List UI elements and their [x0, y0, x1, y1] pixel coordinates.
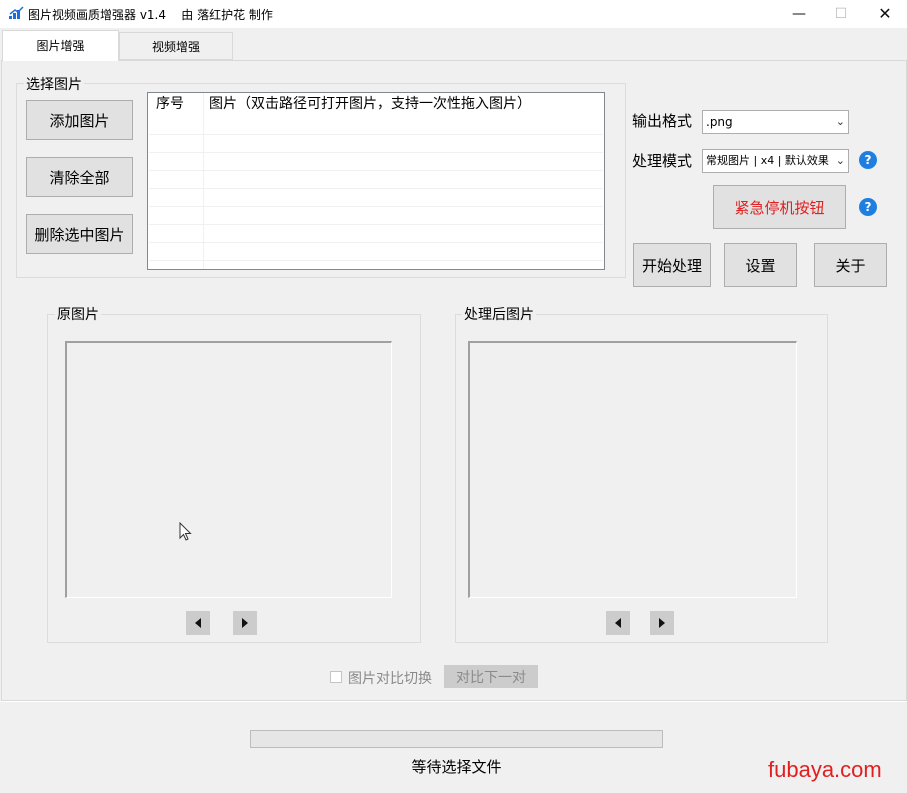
- output-format-value: .png: [706, 115, 733, 129]
- mouse-cursor-icon: [179, 522, 192, 541]
- app-icon: [9, 6, 24, 19]
- list-row: [149, 225, 603, 243]
- stop-help-icon[interactable]: ?: [859, 198, 877, 216]
- processed-image-preview[interactable]: [468, 341, 797, 598]
- original-prev-button[interactable]: [186, 611, 210, 635]
- list-row: [149, 189, 603, 207]
- mode-help-icon[interactable]: ?: [859, 151, 877, 169]
- minimize-button[interactable]: —: [776, 0, 822, 28]
- close-button[interactable]: ✕: [862, 0, 907, 28]
- delete-selected-button[interactable]: 删除选中图片: [26, 214, 133, 254]
- progress-bar: [250, 730, 663, 748]
- processed-prev-button[interactable]: [606, 611, 630, 635]
- original-next-button[interactable]: [233, 611, 257, 635]
- image-list[interactable]: 序号 图片（双击路径可打开图片，支持一次性拖入图片）: [147, 92, 605, 270]
- triangle-left-icon: [615, 618, 621, 628]
- original-image-legend: 原图片: [55, 304, 101, 324]
- maximize-button[interactable]: ☐: [818, 0, 864, 28]
- tab-image-enhance[interactable]: 图片增强: [2, 30, 119, 61]
- list-row: [149, 243, 603, 261]
- list-row: [149, 207, 603, 225]
- list-row: [149, 135, 603, 153]
- process-mode-value: 常规图片 | x4 | 默认效果: [706, 154, 829, 167]
- triangle-right-icon: [242, 618, 248, 628]
- list-row: [149, 171, 603, 189]
- list-row: [149, 153, 603, 171]
- process-mode-select[interactable]: 常规图片 | x4 | 默认效果 ⌄: [702, 149, 849, 173]
- watermark-text: fubaya.com: [768, 757, 882, 782]
- triangle-left-icon: [195, 618, 201, 628]
- list-row: [149, 117, 603, 135]
- chevron-down-icon: ⌄: [835, 154, 845, 167]
- compare-next-pair-button[interactable]: 对比下一对: [444, 665, 538, 688]
- original-image-preview[interactable]: [65, 341, 392, 598]
- status-text: 等待选择文件: [411, 758, 502, 776]
- output-format-label: 输出格式: [632, 112, 693, 130]
- select-images-legend: 选择图片: [24, 74, 84, 94]
- compare-toggle-checkbox[interactable]: [330, 671, 342, 683]
- column-header-image[interactable]: 图片（双击路径可打开图片，支持一次性拖入图片）: [209, 93, 531, 117]
- tab-video-enhance[interactable]: 视频增强: [119, 32, 233, 60]
- column-header-index[interactable]: 序号: [156, 93, 184, 117]
- chevron-down-icon: ⌄: [835, 115, 845, 128]
- triangle-right-icon: [659, 618, 665, 628]
- add-images-button[interactable]: 添加图片: [26, 100, 133, 140]
- emergency-stop-button[interactable]: 紧急停机按钮: [713, 185, 846, 229]
- processed-next-button[interactable]: [650, 611, 674, 635]
- start-process-button[interactable]: 开始处理: [633, 243, 711, 287]
- about-button[interactable]: 关于: [814, 243, 887, 287]
- settings-button[interactable]: 设置: [724, 243, 797, 287]
- process-mode-label: 处理模式: [632, 152, 693, 170]
- divider: [0, 701, 907, 702]
- clear-all-button[interactable]: 清除全部: [26, 157, 133, 197]
- window-title: 图片视频画质增强器 v1.4 由 落红护花 制作: [28, 8, 273, 22]
- compare-toggle-label: 图片对比切换: [348, 671, 432, 687]
- processed-image-legend: 处理后图片: [462, 304, 536, 324]
- output-format-select[interactable]: .png ⌄: [702, 110, 849, 134]
